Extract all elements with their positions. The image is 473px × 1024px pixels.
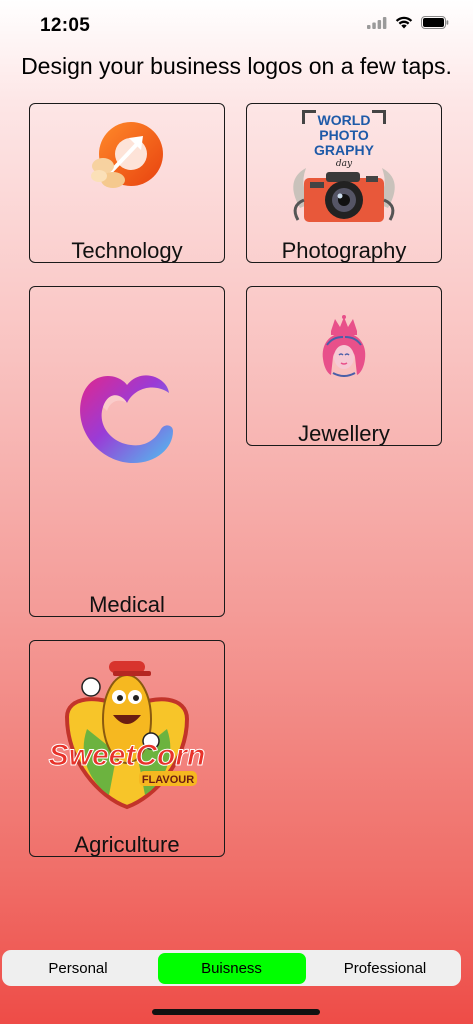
photography-logo-text-2: PHOTO	[319, 127, 369, 143]
wifi-icon	[395, 16, 413, 29]
tab-professional[interactable]: Professional	[311, 953, 459, 984]
home-indicator	[152, 1009, 320, 1015]
tab-personal[interactable]: Personal	[4, 953, 152, 984]
category-label-medical: Medical	[89, 592, 165, 617]
agriculture-logo-text: SweetCorn	[49, 739, 206, 772]
category-card-medical[interactable]: Medical	[29, 286, 225, 617]
category-label-technology: Technology	[71, 238, 183, 263]
photography-logo-icon: WORLD PHOTO GRAPHY day	[293, 110, 395, 222]
category-label-photography: Photography	[281, 238, 407, 263]
photography-logo-text-4: day	[336, 159, 353, 169]
battery-icon	[421, 16, 449, 29]
status-time: 12:05	[40, 15, 91, 36]
medical-logo-icon	[80, 375, 173, 464]
category-label-agriculture: Agriculture	[74, 832, 180, 857]
category-card-technology[interactable]: Technology	[29, 103, 225, 263]
category-card-photography[interactable]: WORLD PHOTO GRAPHY day Photography	[246, 103, 442, 263]
photography-logo-text-3: GRAPHY	[314, 142, 375, 158]
signal-icon	[367, 16, 387, 29]
category-card-agriculture[interactable]: SweetCorn FLAVOUR Agriculture	[29, 640, 225, 857]
page-title: Design your business logos on a few taps…	[21, 53, 452, 79]
tab-business[interactable]: Buisness	[157, 952, 306, 984]
status-icons	[367, 16, 449, 29]
category-card-jewellery[interactable]: Jewellery	[246, 286, 442, 446]
jewellery-logo-icon	[322, 315, 366, 377]
agriculture-logo-icon: SweetCorn FLAVOUR	[48, 661, 206, 810]
segmented-tab-bar: Personal Buisness Professional	[2, 950, 461, 986]
category-label-jewellery: Jewellery	[298, 421, 390, 446]
technology-logo-icon	[91, 122, 163, 188]
photography-logo-text-1: WORLD	[318, 112, 371, 128]
status-bar: 12:05	[0, 0, 473, 50]
agriculture-logo-subtext: FLAVOUR	[142, 774, 194, 786]
